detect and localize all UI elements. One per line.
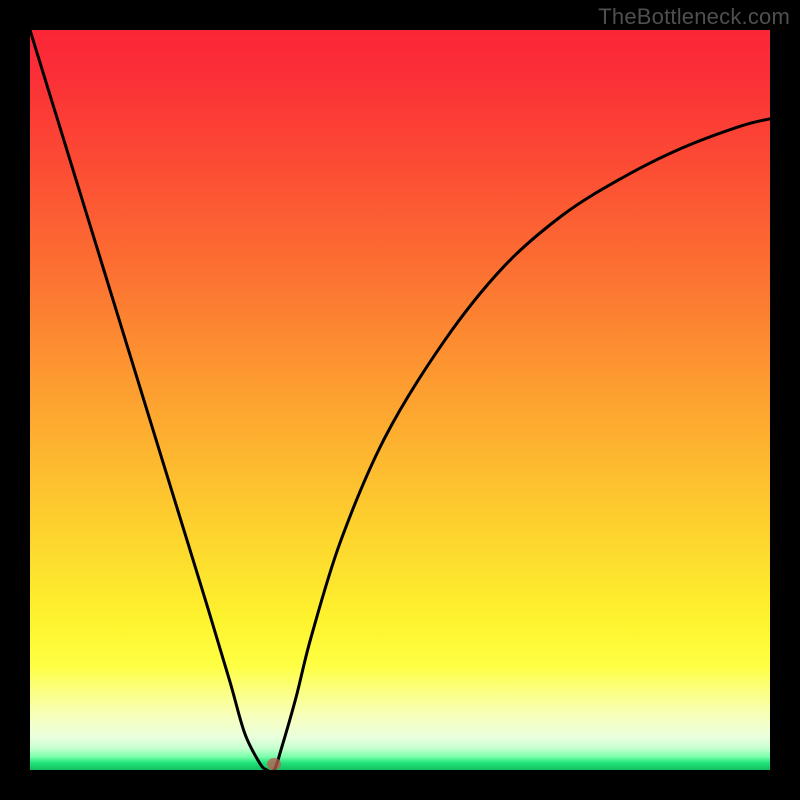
- chart-frame: TheBottleneck.com: [0, 0, 800, 800]
- bottleneck-curve: [30, 30, 770, 770]
- watermark-text: TheBottleneck.com: [598, 4, 790, 30]
- min-marker: [267, 758, 281, 770]
- curve-layer: [30, 30, 770, 770]
- plot-area: [30, 30, 770, 770]
